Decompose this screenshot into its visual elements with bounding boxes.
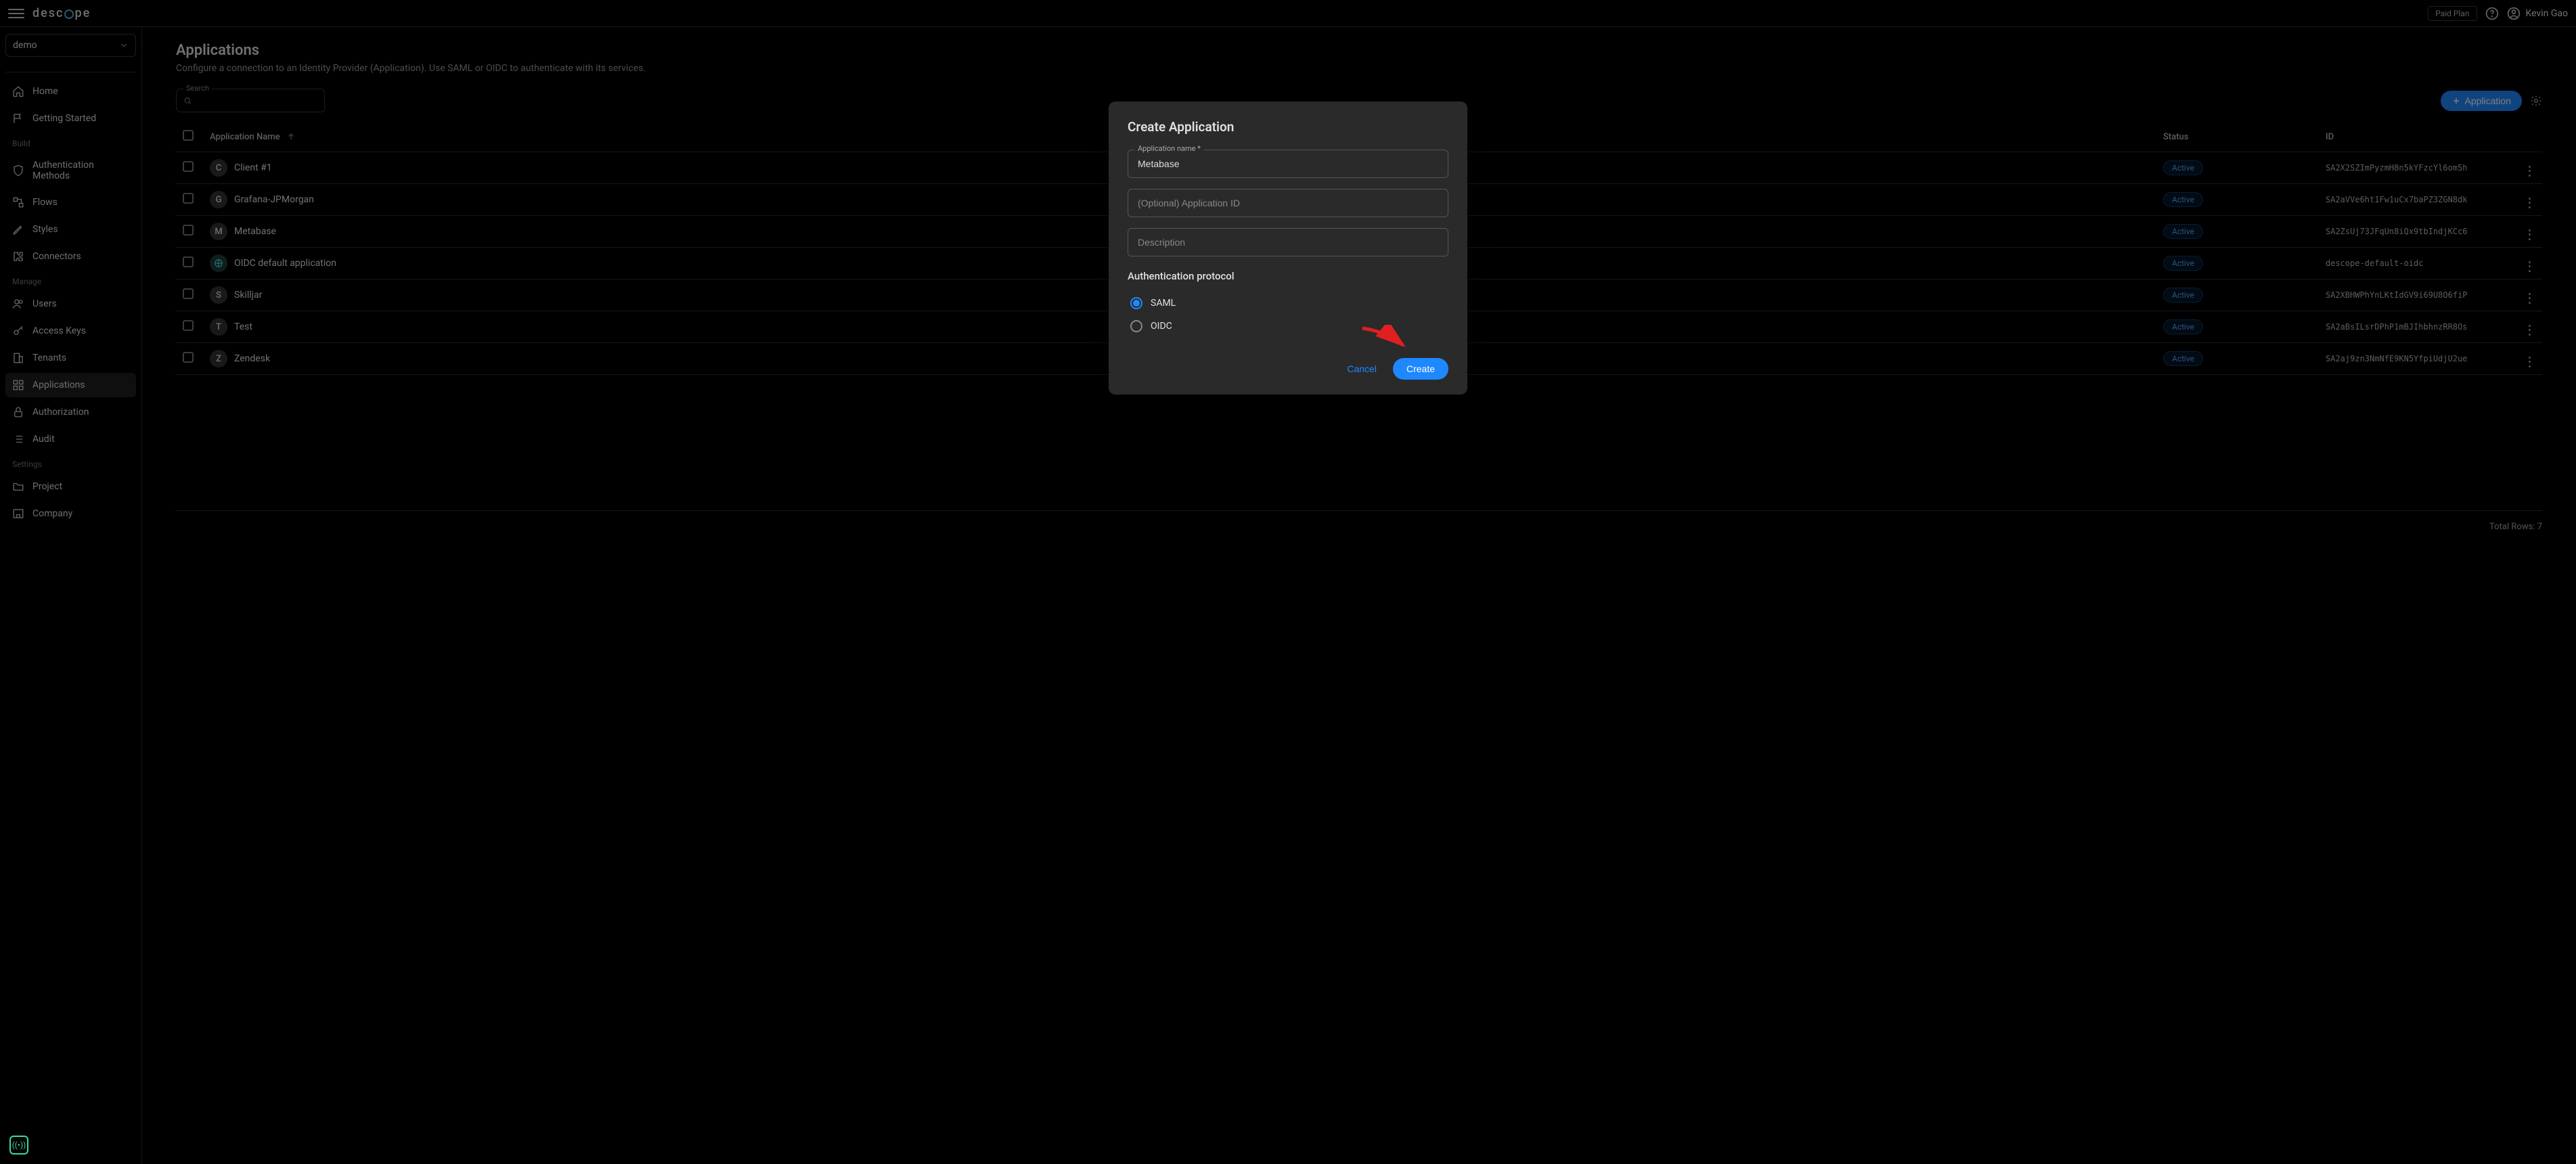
application-name-input[interactable] (1128, 150, 1448, 178)
radio-icon-selected (1130, 297, 1142, 309)
protocol-section-title: Authentication protocol (1128, 270, 1448, 282)
radio-icon (1130, 320, 1142, 332)
radio-oidc[interactable]: OIDC (1128, 315, 1448, 338)
chat-widget-icon[interactable]: ((•)) (9, 1136, 28, 1155)
modal-overlay[interactable]: Create Application Application name * Au… (0, 0, 2576, 1164)
create-button[interactable]: Create (1393, 358, 1448, 380)
cancel-button[interactable]: Cancel (1336, 358, 1387, 380)
create-application-modal: Create Application Application name * Au… (1109, 102, 1467, 395)
radio-label: SAML (1151, 298, 1176, 309)
radio-label: OIDC (1151, 321, 1172, 332)
description-input[interactable] (1128, 228, 1448, 256)
radio-saml[interactable]: SAML (1128, 292, 1448, 315)
application-id-input[interactable] (1128, 189, 1448, 217)
field-label-name: Application name * (1134, 144, 1204, 153)
modal-title: Create Application (1128, 119, 1448, 135)
